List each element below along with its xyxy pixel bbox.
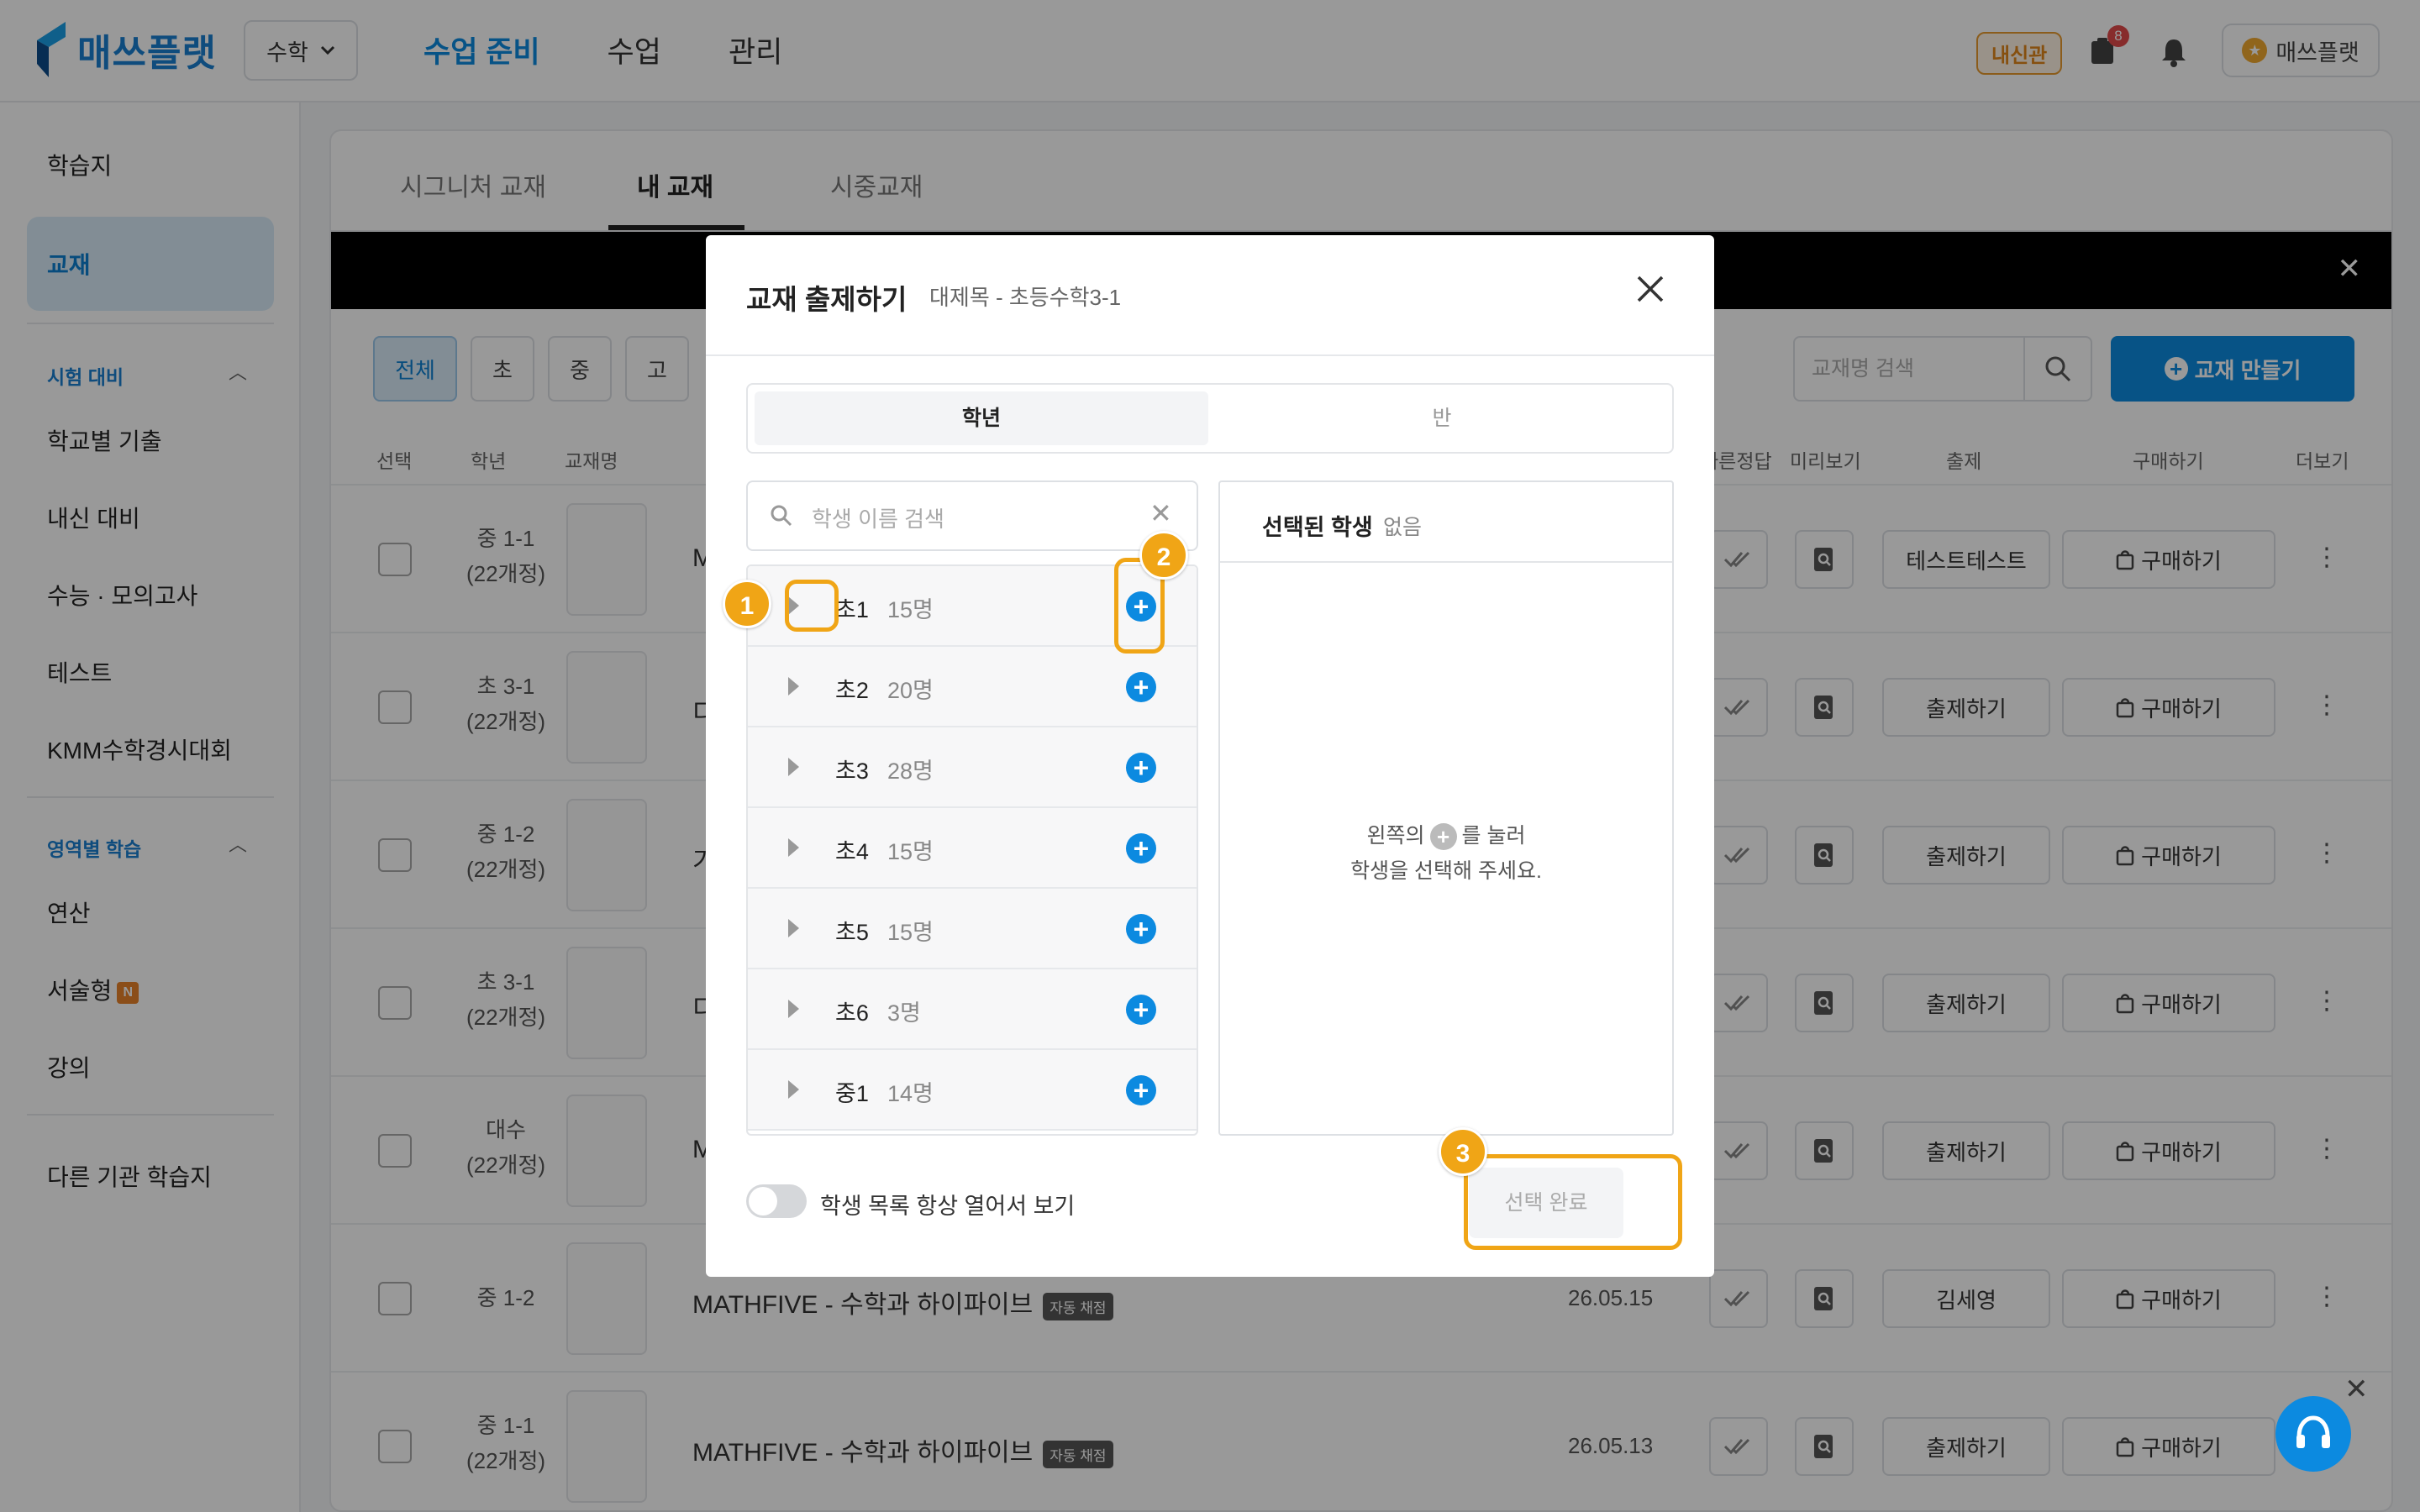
expand-triangle-icon[interactable] bbox=[788, 1000, 799, 1018]
student-search-placeholder: 학생 이름 검색 bbox=[812, 507, 944, 532]
modal-divider bbox=[706, 354, 1714, 356]
tab-class[interactable]: 반 bbox=[1215, 391, 1669, 445]
annotation-step-2: 2 bbox=[1139, 531, 1188, 580]
annotation-step-1: 1 bbox=[723, 580, 771, 628]
group-count: 15명 bbox=[887, 839, 934, 864]
group-count: 28명 bbox=[887, 759, 934, 784]
close-icon[interactable] bbox=[1637, 276, 1664, 302]
plus-circle-icon: + bbox=[1429, 823, 1457, 851]
expand-triangle-icon[interactable] bbox=[788, 1080, 799, 1099]
student-group-item[interactable]: 초3 28명 + bbox=[748, 727, 1197, 808]
student-search-input[interactable]: 학생 이름 검색 ✕ bbox=[746, 480, 1198, 551]
empty-message-line2: 학생을 선택해 주세요. bbox=[1350, 859, 1542, 883]
group-count: 20명 bbox=[887, 678, 934, 703]
add-group-icon[interactable]: + bbox=[1126, 1075, 1156, 1105]
add-group-icon[interactable]: + bbox=[1126, 753, 1156, 783]
help-button[interactable] bbox=[2275, 1396, 2351, 1472]
always-open-label: 학생 목록 항상 열어서 보기 bbox=[820, 1194, 1076, 1219]
group-name: 초6 bbox=[835, 1000, 869, 1026]
group-name: 초1 bbox=[835, 597, 869, 622]
selected-students-title: 선택된 학생 bbox=[1262, 515, 1373, 540]
empty-message: 왼쪽의 + 를 눌러 학생을 선택해 주세요. bbox=[1220, 818, 1672, 889]
group-count: 15명 bbox=[887, 920, 934, 945]
add-group-icon[interactable]: + bbox=[1126, 833, 1156, 864]
add-group-icon[interactable]: + bbox=[1126, 672, 1156, 702]
tab-grade[interactable]: 학년 bbox=[755, 391, 1208, 445]
group-name: 초2 bbox=[835, 678, 869, 703]
selected-students-header: 선택된 학생 없음 bbox=[1220, 482, 1672, 563]
group-count: 3명 bbox=[887, 1000, 921, 1026]
add-group-icon[interactable]: + bbox=[1126, 914, 1156, 944]
empty-message-pre: 왼쪽의 bbox=[1366, 824, 1425, 848]
group-name: 중1 bbox=[835, 1081, 869, 1106]
group-name: 초5 bbox=[835, 920, 869, 945]
group-count: 15명 bbox=[887, 597, 934, 622]
highlight-expand-toggle bbox=[785, 580, 839, 632]
search-icon bbox=[771, 505, 792, 527]
highlight-done-button bbox=[1464, 1154, 1682, 1250]
student-group-item[interactable]: 초2 20명 + bbox=[748, 647, 1197, 727]
annotation-step-3: 3 bbox=[1439, 1127, 1487, 1176]
modal-subtitle: 대제목 - 초등수학3-1 bbox=[929, 285, 1122, 310]
student-group-item[interactable]: 중1 14명 + bbox=[748, 1050, 1197, 1131]
group-count: 14명 bbox=[887, 1081, 934, 1106]
clear-icon[interactable]: ✕ bbox=[1150, 497, 1172, 529]
student-group-item[interactable]: 초4 15명 + bbox=[748, 808, 1197, 889]
assign-textbook-modal: 교재 출제하기 대제목 - 초등수학3-1 학년 반 학생 이름 검색 ✕ 초1… bbox=[706, 235, 1714, 1277]
empty-message-post: 를 눌러 bbox=[1461, 824, 1526, 848]
always-open-toggle[interactable] bbox=[746, 1184, 807, 1218]
grade-class-switch: 학년 반 bbox=[746, 383, 1674, 454]
close-icon[interactable]: ✕ bbox=[2344, 1373, 2369, 1406]
add-group-icon[interactable]: + bbox=[1126, 995, 1156, 1025]
toggle-knob bbox=[749, 1187, 777, 1215]
student-group-item[interactable]: 초6 3명 + bbox=[748, 969, 1197, 1050]
expand-triangle-icon[interactable] bbox=[788, 838, 799, 857]
selected-students-panel: 선택된 학생 없음 왼쪽의 + 를 눌러 학생을 선택해 주세요. bbox=[1218, 480, 1674, 1136]
selected-students-none: 없음 bbox=[1383, 516, 1423, 539]
group-name: 초4 bbox=[835, 839, 869, 864]
expand-triangle-icon[interactable] bbox=[788, 919, 799, 937]
headset-icon bbox=[2296, 1415, 2330, 1448]
expand-triangle-icon[interactable] bbox=[788, 758, 799, 776]
expand-triangle-icon[interactable] bbox=[788, 677, 799, 696]
student-group-item[interactable]: 초5 15명 + bbox=[748, 889, 1197, 969]
modal-title: 교재 출제하기 bbox=[746, 284, 908, 315]
group-name: 초3 bbox=[835, 759, 869, 784]
